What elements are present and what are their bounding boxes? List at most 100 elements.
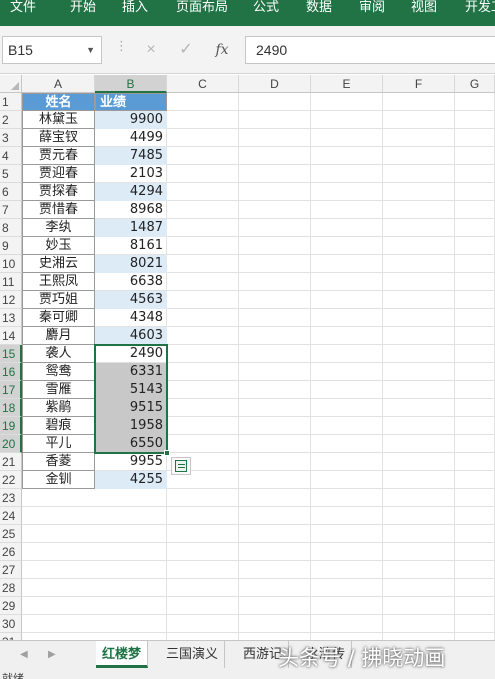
name-cell[interactable]: 香菱 bbox=[22, 453, 95, 471]
name-cell[interactable]: 秦可卿 bbox=[22, 309, 95, 327]
score-cell[interactable]: 4255 bbox=[95, 471, 167, 489]
tab-developer[interactable]: 开发工 bbox=[465, 0, 495, 26]
row-header-1[interactable]: 1 bbox=[0, 93, 22, 111]
quick-analysis-icon[interactable] bbox=[171, 457, 191, 475]
score-cell[interactable]: 6638 bbox=[95, 273, 167, 291]
row-header-30[interactable]: 30 bbox=[0, 615, 22, 633]
row-header-11[interactable]: 11 bbox=[0, 273, 22, 291]
insert-function-icon[interactable]: fx bbox=[212, 36, 232, 64]
row-header-27[interactable]: 27 bbox=[0, 561, 22, 579]
row-header-15[interactable]: 15 bbox=[0, 345, 22, 363]
tab-review[interactable]: 审阅 bbox=[359, 0, 385, 26]
row-header-16[interactable]: 16 bbox=[0, 363, 22, 381]
header-cell-score[interactable]: 业绩 bbox=[95, 93, 167, 111]
score-cell[interactable]: 8021 bbox=[95, 255, 167, 273]
row-header-21[interactable]: 21 bbox=[0, 453, 22, 471]
sheet-tab-hongloumeng[interactable]: 红楼梦 bbox=[96, 641, 149, 668]
name-cell[interactable]: 鸳鸯 bbox=[22, 363, 95, 381]
score-cell[interactable]: 4563 bbox=[95, 291, 167, 309]
name-cell[interactable]: 贾迎春 bbox=[22, 165, 95, 183]
row-header-3[interactable]: 3 bbox=[0, 129, 22, 147]
name-cell[interactable]: 王熙凤 bbox=[22, 273, 95, 291]
name-cell[interactable]: 紫鹃 bbox=[22, 399, 95, 417]
enter-icon[interactable]: ✓ bbox=[176, 36, 196, 64]
row-header-10[interactable]: 10 bbox=[0, 255, 22, 273]
name-cell[interactable]: 麝月 bbox=[22, 327, 95, 345]
row-header-19[interactable]: 19 bbox=[0, 417, 22, 435]
row-header-28[interactable]: 28 bbox=[0, 579, 22, 597]
score-cell[interactable]: 9515 bbox=[95, 399, 167, 417]
row-header-14[interactable]: 14 bbox=[0, 327, 22, 345]
name-cell[interactable]: 薛宝钗 bbox=[22, 129, 95, 147]
column-header-c[interactable]: C bbox=[167, 75, 239, 93]
row-header-29[interactable]: 29 bbox=[0, 597, 22, 615]
name-cell[interactable]: 史湘云 bbox=[22, 255, 95, 273]
name-cell[interactable]: 李纨 bbox=[22, 219, 95, 237]
score-cell[interactable]: 1487 bbox=[95, 219, 167, 237]
next-sheet-icon[interactable]: ▶ bbox=[48, 649, 56, 660]
score-cell[interactable]: 2490 bbox=[95, 345, 167, 363]
row-header-17[interactable]: 17 bbox=[0, 381, 22, 399]
row-header-4[interactable]: 4 bbox=[0, 147, 22, 165]
row-header-2[interactable]: 2 bbox=[0, 111, 22, 129]
row-header-20[interactable]: 20 bbox=[0, 435, 22, 453]
tab-home[interactable]: 开始 bbox=[70, 0, 96, 26]
score-cell[interactable]: 8968 bbox=[95, 201, 167, 219]
tab-formulas[interactable]: 公式 bbox=[253, 0, 279, 26]
header-cell-name[interactable]: 姓名 bbox=[22, 93, 95, 111]
score-cell[interactable]: 9900 bbox=[95, 111, 167, 129]
name-cell[interactable]: 贾惜春 bbox=[22, 201, 95, 219]
select-all-corner[interactable] bbox=[0, 75, 22, 93]
row-header-25[interactable]: 25 bbox=[0, 525, 22, 543]
row-header-5[interactable]: 5 bbox=[0, 165, 22, 183]
name-cell[interactable]: 林黛玉 bbox=[22, 111, 95, 129]
score-cell[interactable]: 8161 bbox=[95, 237, 167, 255]
name-cell[interactable]: 贾元春 bbox=[22, 147, 95, 165]
row-header-9[interactable]: 9 bbox=[0, 237, 22, 255]
row-header-7[interactable]: 7 bbox=[0, 201, 22, 219]
score-cell[interactable]: 7485 bbox=[95, 147, 167, 165]
column-header-g[interactable]: G bbox=[455, 75, 495, 93]
name-box[interactable]: B15 ▼ bbox=[2, 36, 102, 64]
formula-input[interactable]: 2490 bbox=[245, 36, 495, 64]
score-cell[interactable]: 2103 bbox=[95, 165, 167, 183]
row-header-22[interactable]: 22 bbox=[0, 471, 22, 489]
name-cell[interactable]: 雪雁 bbox=[22, 381, 95, 399]
prev-sheet-icon[interactable]: ◀ bbox=[20, 649, 28, 660]
row-header-18[interactable]: 18 bbox=[0, 399, 22, 417]
row-header-13[interactable]: 13 bbox=[0, 309, 22, 327]
score-cell[interactable]: 1958 bbox=[95, 417, 167, 435]
name-cell[interactable]: 金钏 bbox=[22, 471, 95, 489]
score-cell[interactable]: 4499 bbox=[95, 129, 167, 147]
row-header-6[interactable]: 6 bbox=[0, 183, 22, 201]
tab-insert[interactable]: 插入 bbox=[122, 0, 148, 26]
name-cell[interactable]: 平儿 bbox=[22, 435, 95, 453]
row-header-12[interactable]: 12 bbox=[0, 291, 22, 309]
tab-data[interactable]: 数据 bbox=[306, 0, 332, 26]
score-cell[interactable]: 4294 bbox=[95, 183, 167, 201]
row-header-23[interactable]: 23 bbox=[0, 489, 22, 507]
name-cell[interactable]: 贾巧姐 bbox=[22, 291, 95, 309]
score-cell[interactable]: 5143 bbox=[95, 381, 167, 399]
row-header-8[interactable]: 8 bbox=[0, 219, 22, 237]
row-header-26[interactable]: 26 bbox=[0, 543, 22, 561]
score-cell[interactable]: 4603 bbox=[95, 327, 167, 345]
column-header-a[interactable]: A bbox=[22, 75, 95, 93]
tab-page-layout[interactable]: 页面布局 bbox=[176, 0, 228, 26]
name-cell[interactable]: 贾探春 bbox=[22, 183, 95, 201]
cancel-icon[interactable]: × bbox=[141, 36, 161, 64]
score-cell[interactable]: 9955 bbox=[95, 453, 167, 471]
column-header-f[interactable]: F bbox=[383, 75, 455, 93]
name-cell[interactable]: 妙玉 bbox=[22, 237, 95, 255]
column-header-d[interactable]: D bbox=[239, 75, 311, 93]
column-header-b[interactable]: B bbox=[95, 75, 167, 93]
score-cell[interactable]: 6331 bbox=[95, 363, 167, 381]
name-cell[interactable]: 碧痕 bbox=[22, 417, 95, 435]
chevron-down-icon[interactable]: ▼ bbox=[86, 37, 95, 63]
column-header-e[interactable]: E bbox=[311, 75, 383, 93]
score-cell[interactable]: 6550 bbox=[95, 435, 167, 453]
sheet-tab-sanguo[interactable]: 三国演义 bbox=[160, 641, 226, 668]
score-cell[interactable]: 4348 bbox=[95, 309, 167, 327]
row-header-24[interactable]: 24 bbox=[0, 507, 22, 525]
name-cell[interactable]: 袭人 bbox=[22, 345, 95, 363]
